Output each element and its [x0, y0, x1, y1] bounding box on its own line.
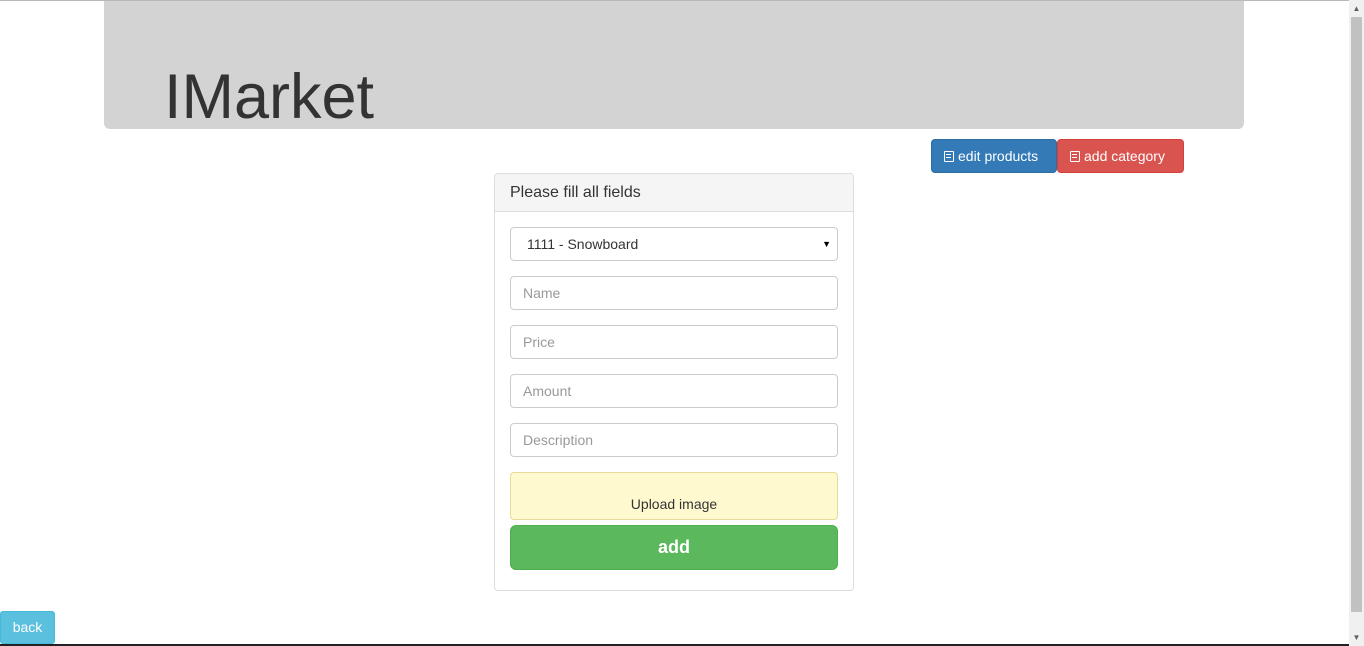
price-input[interactable]	[510, 325, 838, 359]
description-input[interactable]	[510, 423, 838, 457]
add-product-panel: Please fill all fields 1111 - Snowboard …	[494, 173, 854, 591]
back-button[interactable]: back	[0, 611, 55, 644]
add-category-button[interactable]: add category	[1057, 139, 1184, 173]
scroll-down-arrow-icon[interactable]: ▼	[1349, 629, 1364, 646]
edit-products-label: edit products	[958, 148, 1039, 164]
vertical-scrollbar[interactable]: ▲ ▼	[1349, 0, 1364, 646]
caret-down-icon: ▼	[822, 239, 831, 249]
list-alt-icon	[1070, 151, 1080, 162]
jumbotron-header: IMarket	[104, 1, 1244, 132]
amount-input[interactable]	[510, 374, 838, 408]
panel-heading: Please fill all fields	[495, 174, 853, 212]
upload-image-label: Upload image	[630, 496, 718, 512]
category-select-value: 1111 - Snowboard	[527, 236, 639, 252]
scroll-up-arrow-icon[interactable]: ▲	[1349, 0, 1364, 17]
brand-title: IMarket	[164, 62, 375, 132]
edit-products-button[interactable]: edit products	[931, 139, 1057, 173]
upload-image-dropzone[interactable]: Upload image	[510, 472, 838, 520]
scrollbar-thumb[interactable]	[1351, 17, 1362, 612]
list-alt-icon	[944, 151, 954, 162]
category-select[interactable]: 1111 - Snowboard ▼	[510, 227, 838, 261]
add-category-label: add category	[1084, 148, 1165, 164]
add-button[interactable]: add	[510, 525, 838, 570]
name-input[interactable]	[510, 276, 838, 310]
